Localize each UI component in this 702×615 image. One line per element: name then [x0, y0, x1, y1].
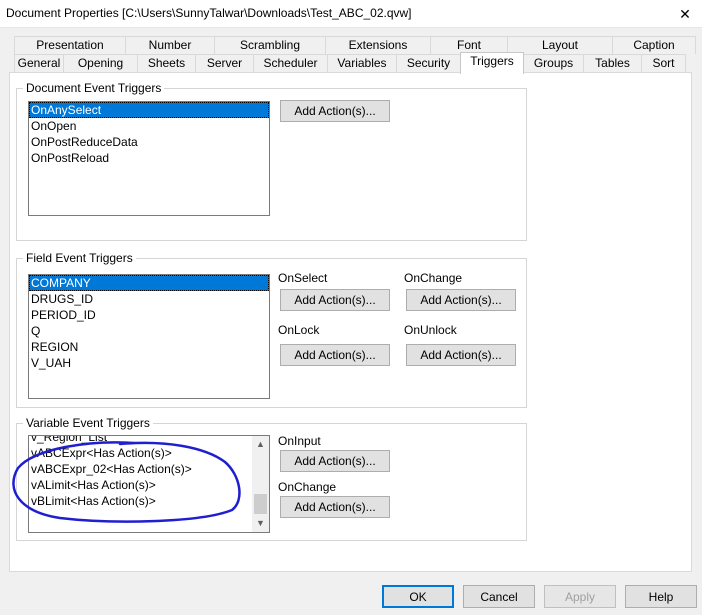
variable-event-triggers-label: Variable Event Triggers — [23, 416, 153, 430]
list-item[interactable]: OnOpen — [29, 118, 269, 134]
tab-scheduler[interactable]: Scheduler — [253, 54, 328, 72]
tab-presentation[interactable]: Presentation — [14, 36, 126, 54]
tab-number[interactable]: Number — [125, 36, 215, 54]
document-triggers-list[interactable]: OnAnySelect OnOpen OnPostReduceData OnPo… — [28, 101, 270, 216]
field-event-triggers-group: Field Event Triggers COMPANY DRUGS_ID PE… — [16, 251, 527, 408]
list-item[interactable]: OnAnySelect — [29, 102, 269, 118]
tab-sheets[interactable]: Sheets — [137, 54, 196, 72]
scroll-up-icon[interactable]: ▲ — [252, 436, 269, 453]
list-item[interactable]: vBLimit<Has Action(s)> — [29, 493, 251, 509]
scroll-down-icon[interactable]: ▼ — [252, 515, 269, 532]
list-item[interactable]: COMPANY — [29, 275, 269, 291]
cancel-button[interactable]: Cancel — [463, 585, 535, 608]
variable-event-triggers-group: Variable Event Triggers v_Region_List vA… — [16, 416, 527, 541]
tab-opening[interactable]: Opening — [63, 54, 138, 72]
help-button[interactable]: Help — [625, 585, 697, 608]
tab-extensions[interactable]: Extensions — [325, 36, 431, 54]
apply-button[interactable]: Apply — [544, 585, 616, 608]
ok-button[interactable]: OK — [382, 585, 454, 608]
field-onunlock-add-action-button[interactable]: Add Action(s)... — [406, 344, 516, 366]
variable-oninput-add-action-button[interactable]: Add Action(s)... — [280, 450, 390, 472]
tab-variables[interactable]: Variables — [327, 54, 397, 72]
tab-triggers[interactable]: Triggers — [460, 52, 524, 74]
list-item[interactable]: OnPostReduceData — [29, 134, 269, 150]
on-change-label: OnChange — [278, 480, 337, 494]
list-item[interactable]: REGION — [29, 339, 269, 355]
tab-tables[interactable]: Tables — [583, 54, 642, 72]
variable-triggers-list[interactable]: v_Region_List vABCExpr<Has Action(s)> vA… — [28, 435, 270, 533]
on-unlock-label: OnUnlock — [404, 323, 457, 337]
field-onlock-add-action-button[interactable]: Add Action(s)... — [280, 344, 390, 366]
triggers-panel: Document Event Triggers OnAnySelect OnOp… — [9, 72, 692, 572]
document-event-triggers-group: Document Event Triggers OnAnySelect OnOp… — [16, 81, 527, 241]
tab-sort[interactable]: Sort — [641, 54, 686, 72]
tab-security[interactable]: Security — [396, 54, 461, 72]
tab-general[interactable]: General — [14, 54, 64, 72]
on-select-label: OnSelect — [278, 271, 328, 285]
variable-onchange-add-action-button[interactable]: Add Action(s)... — [280, 496, 390, 518]
tab-server[interactable]: Server — [195, 54, 254, 72]
on-change-label: OnChange — [404, 271, 463, 285]
list-item[interactable]: DRUGS_ID — [29, 291, 269, 307]
tab-caption[interactable]: Caption — [612, 36, 696, 54]
field-triggers-list[interactable]: COMPANY DRUGS_ID PERIOD_ID Q REGION V_UA… — [28, 274, 270, 399]
scroll-thumb[interactable] — [254, 494, 267, 514]
list-item[interactable]: PERIOD_ID — [29, 307, 269, 323]
list-item[interactable]: Q — [29, 323, 269, 339]
window-title: Document Properties [C:\Users\SunnyTalwa… — [6, 6, 412, 20]
on-input-label: OnInput — [278, 434, 321, 448]
close-icon[interactable]: ✕ — [668, 0, 702, 28]
list-item[interactable]: V_UAH — [29, 355, 269, 371]
document-event-triggers-label: Document Event Triggers — [23, 81, 165, 95]
list-item[interactable]: vABCExpr_02<Has Action(s)> — [29, 461, 251, 477]
list-item[interactable]: v_Region_List — [29, 436, 251, 445]
tab-scrambling[interactable]: Scrambling — [214, 36, 326, 54]
variable-list-scrollbar[interactable]: ▲ ▼ — [252, 436, 269, 532]
on-lock-label: OnLock — [278, 323, 320, 337]
list-item[interactable]: vALimit<Has Action(s)> — [29, 477, 251, 493]
list-item[interactable]: OnPostReload — [29, 150, 269, 166]
dialog-footer: OK Cancel Apply Help — [0, 578, 702, 615]
field-onchange-add-action-button[interactable]: Add Action(s)... — [406, 289, 516, 311]
list-item[interactable]: vABCExpr<Has Action(s)> — [29, 445, 251, 461]
tab-groups[interactable]: Groups — [523, 54, 584, 72]
document-add-action-button[interactable]: Add Action(s)... — [280, 100, 390, 122]
field-onselect-add-action-button[interactable]: Add Action(s)... — [280, 289, 390, 311]
title-bar: Document Properties [C:\Users\SunnyTalwa… — [0, 0, 702, 28]
field-event-triggers-label: Field Event Triggers — [23, 251, 136, 265]
